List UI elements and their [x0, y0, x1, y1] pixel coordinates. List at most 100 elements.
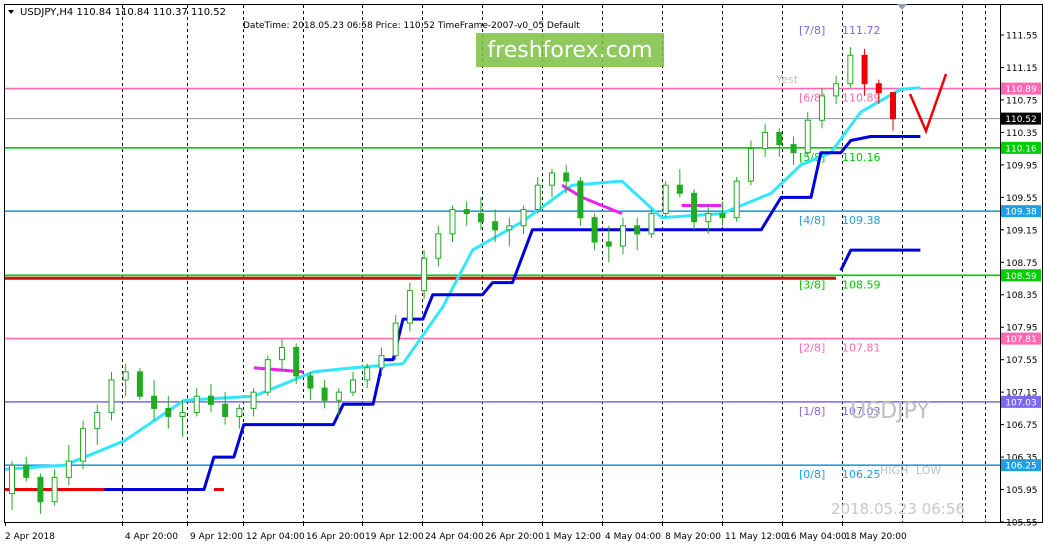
price-box-label: 110.16 [1005, 144, 1037, 154]
y-tick-label: 111.15 [1006, 64, 1038, 74]
murrey-level-value: 106.25 [842, 468, 881, 481]
candle-body [406, 290, 413, 324]
candle-body [108, 379, 115, 413]
candle-body [492, 221, 499, 231]
candle-body [193, 395, 200, 413]
candle-body [335, 391, 342, 401]
candle-body [548, 172, 555, 186]
current-price-label: 110.52 [1005, 115, 1037, 125]
candle-body [833, 83, 840, 97]
candle-body [165, 407, 172, 417]
candle-body [421, 257, 428, 292]
y-tick-label: 106.75 [1006, 421, 1038, 431]
timestamp-watermark: 2018.05.23 06:56 [831, 500, 965, 518]
x-tick-label: 1 May 12:00 [545, 532, 601, 542]
candle-body [122, 371, 129, 381]
price-box-label: 107.81 [1005, 335, 1037, 345]
candle-body [307, 375, 314, 389]
checkmark-drawing [908, 73, 948, 135]
murrey-level-value: 107.81 [842, 342, 881, 355]
candle-body [861, 54, 868, 85]
murrey-level-tag: [3/8] [799, 278, 825, 291]
candle-body [577, 180, 584, 219]
candle-body [37, 476, 44, 503]
x-tick-label: 11 May 12:00 [725, 532, 787, 542]
candle-body [747, 148, 754, 182]
murrey-level-value: 110.16 [842, 151, 881, 164]
candle-body [691, 192, 698, 223]
candle-body [463, 209, 470, 215]
murrey-level-tag: [2/8] [799, 342, 825, 355]
indicator-line [104, 135, 921, 491]
high-label: HIGH [880, 464, 908, 477]
price-box-label: 109.38 [1005, 208, 1037, 218]
candle-body [264, 359, 271, 393]
y-tick-label: 110.35 [1006, 129, 1038, 139]
candle-body [847, 54, 854, 85]
murrey-level-tag: [0/8] [799, 468, 825, 481]
candle-body [65, 460, 72, 478]
y-tick-label: 107.55 [1006, 356, 1038, 366]
y-tick-label: 108.35 [1006, 291, 1038, 301]
candle-body [705, 213, 712, 223]
y-tick-label: 109.95 [1006, 161, 1038, 171]
indicator-line [839, 248, 921, 272]
candle-body [804, 119, 811, 154]
candle-body [506, 225, 513, 231]
x-tick-label: 18 May 20:00 [845, 532, 907, 542]
candle-body [80, 428, 87, 462]
murrey-level-value: 111.72 [842, 24, 881, 37]
candle-body [534, 184, 541, 211]
candle-body [9, 464, 15, 495]
chart-header: USDJPY,H4 110.84 110.84 110.37 110.52 Da… [8, 7, 580, 31]
x-tick-label: 24 Apr 04:00 [425, 532, 484, 542]
yesterday-label: Yest [775, 73, 799, 86]
overlays [908, 73, 948, 135]
murrey-level-tag: [7/8] [799, 24, 825, 37]
y-tick-label: 111.55 [1006, 32, 1038, 42]
candle-body [563, 172, 570, 182]
brand-watermark: freshforex.com [487, 38, 652, 63]
x-tick-label: 4 May 04:00 [605, 532, 661, 542]
chart-scroll-arrow-icon[interactable] [897, 4, 907, 10]
x-tick-label: 2 Apr 2018 [5, 532, 55, 542]
symbol-dropdown-icon[interactable] [8, 10, 14, 14]
x-tick-label: 16 May 04:00 [785, 532, 847, 542]
x-tick-label: 4 Apr 20:00 [125, 532, 178, 542]
x-tick-label: 12 Apr 04:00 [246, 532, 305, 542]
candle-body [378, 355, 385, 369]
price-boxes: 110.89 110.16 109.38 108.59 107.81 107.03 106.… [1001, 82, 1041, 472]
x-tick-label: 19 Apr 12:00 [365, 532, 424, 542]
candle-body [875, 83, 882, 94]
candle-body [634, 225, 641, 235]
candle-body [350, 379, 357, 393]
symbol-ohlc: USDJPY,H4 110.84 110.84 110.37 110.52 [20, 7, 226, 18]
candle-body [449, 209, 456, 235]
y-tick-label: 107.95 [1006, 324, 1038, 334]
y-tick-label: 108.75 [1006, 259, 1038, 269]
candles [9, 47, 896, 514]
price-box-label: 108.59 [1005, 272, 1037, 282]
y-tick-label: 110.75 [1006, 96, 1038, 106]
candle-body [890, 92, 896, 120]
candle-body [321, 387, 328, 401]
candle-body [392, 322, 399, 357]
candle-body [648, 213, 655, 235]
candle-body [278, 347, 285, 361]
x-tick-label: 26 Apr 20:00 [485, 532, 544, 542]
candle-body [236, 407, 243, 417]
candle-body [51, 476, 58, 503]
symbol-watermark: USDJPY [850, 399, 930, 424]
chart-window: [7/8] 111.72 [6/8] 110.89 [5/8] 110.16 [4/8] 10… [0, 0, 1043, 548]
candle-body [364, 367, 371, 381]
x-tick-label: 8 May 20:00 [665, 532, 721, 542]
candle-body [591, 217, 598, 243]
candle-body [207, 395, 214, 405]
price-chart: [7/8] 111.72[6/8] 110.89[5/8] 110.16[4/8] 10… [4, 4, 1043, 542]
candle-body [662, 184, 669, 215]
candle-body [719, 213, 726, 219]
y-tick-label: 105.95 [1006, 486, 1038, 496]
candle-body [222, 403, 229, 417]
indicator-segment [561, 183, 623, 215]
candle-body [477, 213, 484, 223]
